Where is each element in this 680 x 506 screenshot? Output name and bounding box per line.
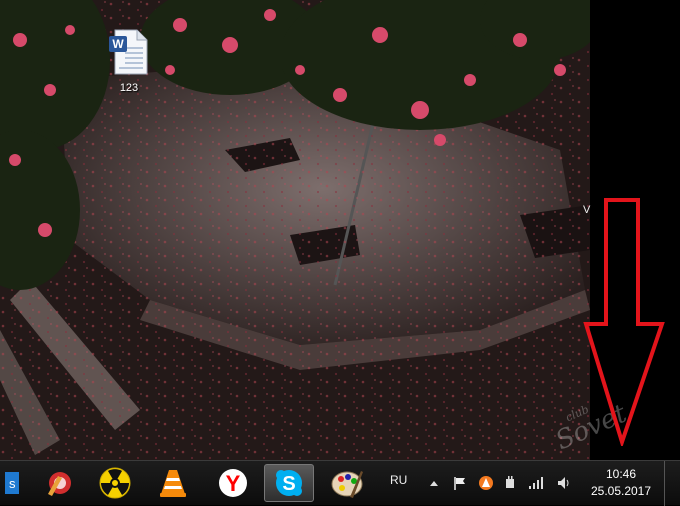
show-desktop-button[interactable] bbox=[664, 461, 680, 506]
red-down-arrow bbox=[583, 198, 665, 446]
paint-palette-icon[interactable] bbox=[322, 464, 372, 502]
yandex-browser-icon[interactable]: Y bbox=[208, 464, 258, 502]
svg-text:Y: Y bbox=[226, 471, 241, 496]
power-plug-icon[interactable] bbox=[502, 475, 518, 491]
svg-text:S: S bbox=[282, 473, 295, 495]
action-center-flag-icon[interactable] bbox=[452, 475, 468, 491]
clock-time: 10:46 bbox=[605, 467, 637, 481]
vlc-icon[interactable] bbox=[148, 464, 198, 502]
taskbar: s Y S RU 10:46 25.05.2017 bbox=[0, 460, 680, 506]
ccleaner-icon[interactable] bbox=[34, 464, 84, 502]
ie-partial-icon[interactable]: s bbox=[0, 464, 22, 502]
network-signal-icon[interactable] bbox=[528, 475, 544, 491]
language-indicator[interactable]: RU bbox=[390, 473, 407, 487]
volume-icon[interactable] bbox=[556, 475, 572, 491]
clock-date: 25.05.2017 bbox=[590, 484, 652, 498]
svg-text:s: s bbox=[9, 476, 16, 491]
show-hidden-icons-icon[interactable] bbox=[426, 475, 442, 491]
svg-text:W: W bbox=[112, 37, 124, 51]
wallpaper-image bbox=[0, 0, 590, 460]
desktop-file-label: 123 bbox=[119, 82, 139, 94]
word-document-icon: W bbox=[109, 28, 149, 76]
desktop-file-icon[interactable]: W 123 bbox=[100, 28, 158, 94]
skype-icon[interactable]: S bbox=[264, 464, 314, 502]
desktop[interactable]: W 123 V club Sovet bbox=[0, 0, 680, 460]
radiation-app-icon[interactable] bbox=[90, 464, 140, 502]
system-clock[interactable]: 10:46 25.05.2017 bbox=[584, 466, 658, 500]
avast-icon[interactable] bbox=[478, 475, 494, 491]
